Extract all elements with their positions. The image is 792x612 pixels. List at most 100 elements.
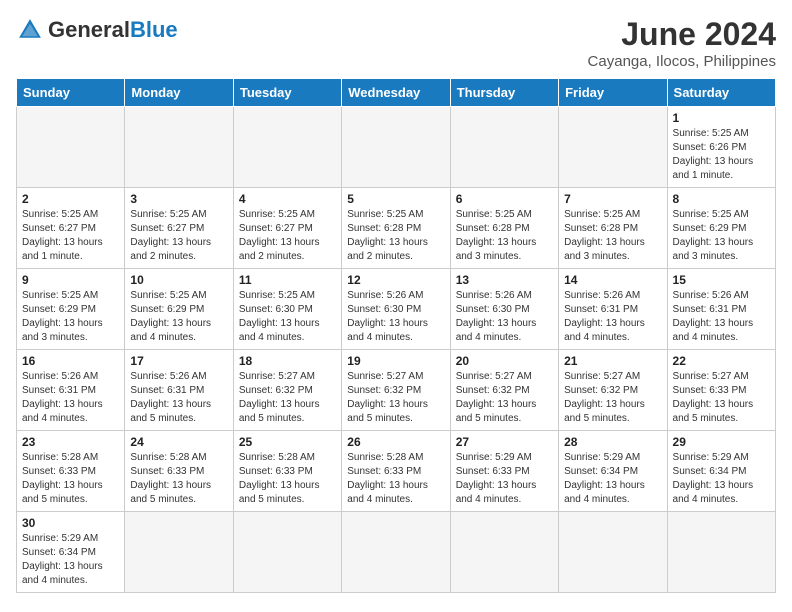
calendar-day-cell	[559, 512, 667, 593]
calendar-day-cell: 21 Sunrise: 5:27 AM Sunset: 6:32 PM Dayli…	[559, 350, 667, 431]
day-number: 20	[456, 354, 553, 368]
day-info: Sunrise: 5:25 AM Sunset: 6:28 PM Dayligh…	[347, 208, 444, 264]
header-saturday: Saturday	[667, 79, 775, 107]
calendar-day-cell: 3Sunrise: 5:25 AM Sunset: 6:27 PM Daylig…	[125, 188, 233, 269]
day-number: 6	[456, 192, 553, 206]
day-info: Sunrise: 5:26 AM Sunset: 6:31 PM Dayligh…	[564, 289, 661, 345]
calendar-day-cell: 27 Sunrise: 5:29 AM Sunset: 6:33 PM Dayli…	[450, 431, 558, 512]
calendar-week-row: 30 Sunrise: 5:29 AM Sunset: 6:34 PM Dayli…	[17, 512, 776, 593]
header-monday: Monday	[125, 79, 233, 107]
day-info: Sunrise: 5:25 AM Sunset: 6:28 PM Dayligh…	[564, 208, 661, 264]
day-number: 28	[564, 435, 661, 449]
day-info: Sunrise: 5:29 AM Sunset: 6:34 PM Dayligh…	[564, 451, 661, 507]
day-info: Sunrise: 5:29 AM Sunset: 6:34 PM Dayligh…	[673, 451, 770, 507]
calendar-day-cell: 12 Sunrise: 5:26 AM Sunset: 6:30 PM Dayli…	[342, 269, 450, 350]
calendar-day-cell: 5 Sunrise: 5:25 AM Sunset: 6:28 PM Daylig…	[342, 188, 450, 269]
title-block: June 2024 Cayanga, Ilocos, Philippines	[588, 16, 776, 70]
calendar-day-cell	[233, 512, 341, 593]
calendar-day-cell	[559, 107, 667, 188]
calendar-day-cell: 6Sunrise: 5:25 AM Sunset: 6:28 PM Daylig…	[450, 188, 558, 269]
calendar-day-cell	[450, 512, 558, 593]
day-number: 12	[347, 273, 444, 287]
calendar-day-cell: 9 Sunrise: 5:25 AM Sunset: 6:29 PM Daylig…	[17, 269, 125, 350]
day-number: 30	[22, 516, 119, 530]
day-info: Sunrise: 5:26 AM Sunset: 6:31 PM Dayligh…	[130, 370, 227, 426]
day-info: Sunrise: 5:27 AM Sunset: 6:32 PM Dayligh…	[239, 370, 336, 426]
header-friday: Friday	[559, 79, 667, 107]
calendar-day-cell	[17, 107, 125, 188]
header-thursday: Thursday	[450, 79, 558, 107]
day-number: 17	[130, 354, 227, 368]
day-info: Sunrise: 5:28 AM Sunset: 6:33 PM Dayligh…	[239, 451, 336, 507]
calendar-day-cell	[233, 107, 341, 188]
calendar-day-cell: 14Sunrise: 5:26 AM Sunset: 6:31 PM Dayli…	[559, 269, 667, 350]
header-wednesday: Wednesday	[342, 79, 450, 107]
logo: GeneralBlue	[16, 16, 178, 44]
calendar-week-row: 1Sunrise: 5:25 AM Sunset: 6:26 PM Daylig…	[17, 107, 776, 188]
calendar-day-cell: 15Sunrise: 5:26 AM Sunset: 6:31 PM Dayli…	[667, 269, 775, 350]
day-info: Sunrise: 5:26 AM Sunset: 6:30 PM Dayligh…	[456, 289, 553, 345]
calendar-day-cell	[450, 107, 558, 188]
calendar-day-cell: 13 Sunrise: 5:26 AM Sunset: 6:30 PM Dayli…	[450, 269, 558, 350]
day-number: 19	[347, 354, 444, 368]
day-number: 24	[130, 435, 227, 449]
day-info: Sunrise: 5:26 AM Sunset: 6:31 PM Dayligh…	[673, 289, 770, 345]
day-number: 13	[456, 273, 553, 287]
calendar-day-cell: 4 Sunrise: 5:25 AM Sunset: 6:27 PM Daylig…	[233, 188, 341, 269]
calendar-day-cell: 29Sunrise: 5:29 AM Sunset: 6:34 PM Dayli…	[667, 431, 775, 512]
calendar-day-cell	[667, 512, 775, 593]
day-info: Sunrise: 5:25 AM Sunset: 6:26 PM Dayligh…	[673, 127, 770, 183]
day-number: 16	[22, 354, 119, 368]
day-info: Sunrise: 5:28 AM Sunset: 6:33 PM Dayligh…	[22, 451, 119, 507]
day-info: Sunrise: 5:29 AM Sunset: 6:33 PM Dayligh…	[456, 451, 553, 507]
day-info: Sunrise: 5:27 AM Sunset: 6:32 PM Dayligh…	[564, 370, 661, 426]
calendar-day-cell: 10 Sunrise: 5:25 AM Sunset: 6:29 PM Dayli…	[125, 269, 233, 350]
day-info: Sunrise: 5:25 AM Sunset: 6:27 PM Dayligh…	[22, 208, 119, 264]
calendar-table: Sunday Monday Tuesday Wednesday Thursday…	[16, 78, 776, 593]
calendar-day-cell	[342, 512, 450, 593]
day-number: 23	[22, 435, 119, 449]
calendar-day-cell: 11 Sunrise: 5:25 AM Sunset: 6:30 PM Dayli…	[233, 269, 341, 350]
day-number: 27	[456, 435, 553, 449]
day-info: Sunrise: 5:27 AM Sunset: 6:32 PM Dayligh…	[347, 370, 444, 426]
calendar-day-cell: 1Sunrise: 5:25 AM Sunset: 6:26 PM Daylig…	[667, 107, 775, 188]
calendar-week-row: 23 Sunrise: 5:28 AM Sunset: 6:33 PM Dayli…	[17, 431, 776, 512]
day-number: 25	[239, 435, 336, 449]
day-info: Sunrise: 5:25 AM Sunset: 6:29 PM Dayligh…	[22, 289, 119, 345]
day-number: 5	[347, 192, 444, 206]
day-info: Sunrise: 5:25 AM Sunset: 6:30 PM Dayligh…	[239, 289, 336, 345]
day-number: 9	[22, 273, 119, 287]
day-number: 11	[239, 273, 336, 287]
day-number: 7	[564, 192, 661, 206]
day-number: 10	[130, 273, 227, 287]
calendar-day-cell: 26Sunrise: 5:28 AM Sunset: 6:33 PM Dayli…	[342, 431, 450, 512]
calendar-week-row: 9 Sunrise: 5:25 AM Sunset: 6:29 PM Daylig…	[17, 269, 776, 350]
day-info: Sunrise: 5:28 AM Sunset: 6:33 PM Dayligh…	[130, 451, 227, 507]
day-number: 22	[673, 354, 770, 368]
day-number: 2	[22, 192, 119, 206]
calendar-day-cell	[342, 107, 450, 188]
weekday-header-row: Sunday Monday Tuesday Wednesday Thursday…	[17, 79, 776, 107]
calendar-day-cell: 7 Sunrise: 5:25 AM Sunset: 6:28 PM Daylig…	[559, 188, 667, 269]
location: Cayanga, Ilocos, Philippines	[588, 53, 776, 70]
calendar-day-cell: 2 Sunrise: 5:25 AM Sunset: 6:27 PM Daylig…	[17, 188, 125, 269]
calendar-week-row: 2 Sunrise: 5:25 AM Sunset: 6:27 PM Daylig…	[17, 188, 776, 269]
day-number: 21	[564, 354, 661, 368]
day-number: 26	[347, 435, 444, 449]
day-info: Sunrise: 5:26 AM Sunset: 6:30 PM Dayligh…	[347, 289, 444, 345]
day-number: 18	[239, 354, 336, 368]
page-header: GeneralBlue June 2024 Cayanga, Ilocos, P…	[16, 16, 776, 70]
calendar-day-cell	[125, 107, 233, 188]
day-info: Sunrise: 5:27 AM Sunset: 6:33 PM Dayligh…	[673, 370, 770, 426]
day-info: Sunrise: 5:25 AM Sunset: 6:27 PM Dayligh…	[239, 208, 336, 264]
month-year: June 2024	[588, 16, 776, 53]
day-info: Sunrise: 5:25 AM Sunset: 6:29 PM Dayligh…	[673, 208, 770, 264]
calendar-day-cell: 24 Sunrise: 5:28 AM Sunset: 6:33 PM Dayli…	[125, 431, 233, 512]
header-tuesday: Tuesday	[233, 79, 341, 107]
day-number: 4	[239, 192, 336, 206]
header-sunday: Sunday	[17, 79, 125, 107]
day-info: Sunrise: 5:25 AM Sunset: 6:29 PM Dayligh…	[130, 289, 227, 345]
day-info: Sunrise: 5:29 AM Sunset: 6:34 PM Dayligh…	[22, 532, 119, 588]
day-info: Sunrise: 5:26 AM Sunset: 6:31 PM Dayligh…	[22, 370, 119, 426]
calendar-day-cell: 16 Sunrise: 5:26 AM Sunset: 6:31 PM Dayli…	[17, 350, 125, 431]
